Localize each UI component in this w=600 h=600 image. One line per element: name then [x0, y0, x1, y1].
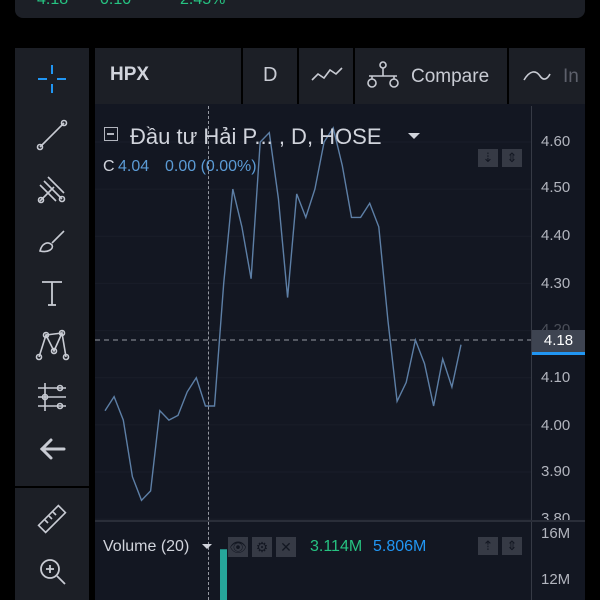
price-tick: 4.00: [541, 417, 571, 434]
chart-style-icon[interactable]: [310, 64, 344, 86]
last-price-label: 4.18: [532, 330, 585, 352]
close-value: 4.04: [118, 158, 150, 175]
toolbar-separator: [297, 48, 299, 104]
compare-button[interactable]: Compare: [411, 66, 489, 88]
gear-icon[interactable]: ⚙: [252, 537, 272, 557]
top-quote-strip: 4.18 0.10 2.45%: [15, 0, 585, 18]
toolbar-separator: [353, 48, 355, 104]
pitchfork-tool[interactable]: [15, 166, 89, 212]
legend-title[interactable]: Đầu tư Hải P... , D, HOSE: [130, 124, 382, 150]
brush-icon: [39, 230, 65, 253]
price-tick: 3.90: [541, 463, 571, 480]
crosshair-vertical: [208, 106, 209, 600]
volume-chart[interactable]: [95, 522, 531, 600]
trendline-tool[interactable]: [15, 112, 89, 158]
price-tick: 4.10: [541, 369, 571, 386]
scale-fit-button[interactable]: ⇕: [502, 149, 522, 167]
quote-change-percent: 2.45%: [180, 0, 225, 9]
chevron-down-icon[interactable]: [408, 133, 420, 139]
price-chart[interactable]: [95, 106, 531, 520]
prediction-tool[interactable]: [15, 374, 89, 420]
zoom-in-tool[interactable]: [15, 548, 89, 594]
volume-bar: [220, 549, 227, 600]
brush-tool[interactable]: [15, 218, 89, 264]
compare-icon[interactable]: [364, 60, 402, 90]
collapse-legend-icon[interactable]: [104, 127, 118, 141]
volume-tick: 16M: [541, 525, 571, 542]
ruler-icon: [37, 504, 67, 534]
indicators-button-partial[interactable]: In: [563, 66, 579, 88]
indicators-icon[interactable]: [522, 66, 552, 86]
eye-icon[interactable]: 👁: [228, 537, 248, 557]
trendline-icon: [36, 119, 68, 151]
interval-button[interactable]: D: [263, 64, 277, 87]
change-value: 0.00 (0.00%): [165, 158, 257, 175]
price-series-line: [104, 126, 462, 502]
volume-title[interactable]: Volume (20): [103, 538, 189, 556]
price-tick: 4.60: [541, 133, 571, 150]
toolbar-separator: [241, 48, 243, 104]
back-arrow-icon: [39, 438, 66, 460]
move-up-button[interactable]: ⇡: [478, 537, 498, 555]
quote-price: 4.18: [37, 0, 68, 9]
prediction-icon: [38, 383, 66, 411]
price-tick: 4.40: [541, 227, 571, 244]
volume-value: 3.114M: [310, 538, 363, 555]
toolbar-divider: [15, 486, 89, 488]
toolbar-separator: [507, 48, 509, 104]
ohlc-label: C: [103, 158, 115, 175]
volume-ma-value: 5.806M: [373, 538, 427, 555]
drawing-toolbar: [15, 48, 89, 600]
symbol-button[interactable]: HPX: [110, 64, 149, 86]
pattern-icon: [35, 329, 70, 361]
price-tick: 4.30: [541, 275, 571, 292]
price-tick: 3.80: [541, 510, 571, 520]
maximize-button[interactable]: ⇕: [502, 537, 522, 555]
text-icon: [42, 281, 62, 306]
price-tick: 4.50: [541, 179, 571, 196]
quote-change: 0.10: [100, 0, 131, 9]
pattern-tool[interactable]: [15, 322, 89, 368]
pitchfork-icon: [37, 176, 66, 204]
measure-tool[interactable]: [15, 496, 89, 542]
close-icon[interactable]: ✕: [276, 537, 296, 557]
zoom-in-icon: [40, 559, 66, 585]
back-button[interactable]: [15, 426, 89, 472]
last-price-marker: [532, 352, 585, 355]
crosshair-tool[interactable]: [15, 56, 89, 102]
chevron-down-icon[interactable]: [202, 544, 212, 549]
volume-tick: 12M: [541, 571, 571, 588]
text-tool[interactable]: [15, 270, 89, 316]
crosshair-icon: [38, 65, 66, 93]
scale-down-button[interactable]: ⇣: [478, 149, 498, 167]
